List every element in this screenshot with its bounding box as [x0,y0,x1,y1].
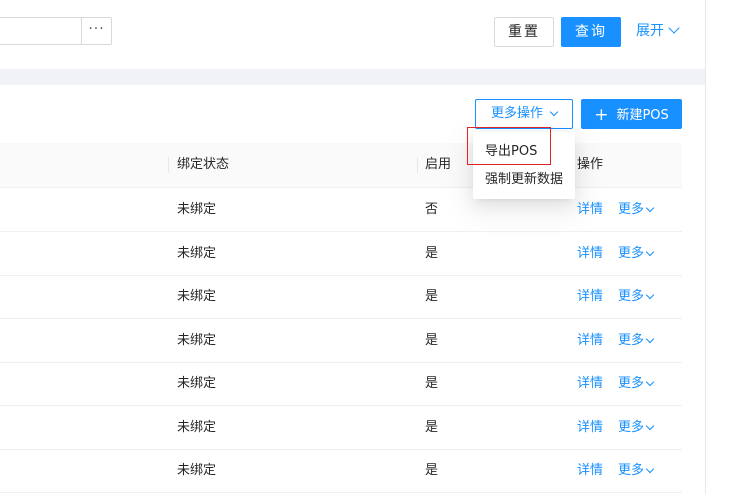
chevron-down-icon [645,247,655,256]
table-panel: 更多操作 + 新建POS 绑定状态 启用 操作 未绑定否详情 更多 未绑定是详情 更多未… [0,85,705,494]
more-label: 更多 [618,463,645,478]
detail-link[interactable]: 详情 [577,449,603,492]
detail-link[interactable]: 详情 [577,406,603,449]
more-link[interactable]: 更多 [618,362,655,405]
expand-label: 展开 [636,23,664,39]
bind-status-cell: 未绑定 [177,202,217,217]
enabled-cell: 是 [425,332,439,348]
table-row: 未绑定 是 详情 更多 [0,449,682,493]
detail-link[interactable]: 详情 [577,232,603,275]
enabled-cell: 是 [425,376,439,391]
more-link[interactable]: 更多 [618,188,655,231]
menu-item-force-update[interactable]: 强制更新数据 [485,170,563,190]
enabled-cell: 是 [425,245,439,261]
column-divider [417,157,418,173]
enabled-cell: 是 [425,289,439,304]
chevron-down-icon [645,290,655,300]
chevron-down-icon [645,421,655,430]
more-link[interactable]: 更多 [618,449,655,492]
more-actions-dropdown: 导出POS 强制更新数据 [473,132,575,199]
column-header-actions: 操作 [577,157,604,172]
more-link[interactable]: 更多 [618,275,655,318]
more-label: 更多 [618,202,645,217]
column-header-bind-status: 绑定状态 [177,157,230,172]
filter-input[interactable] [0,17,82,45]
enabled-cell: 是 [425,463,439,478]
chevron-down-icon [645,464,655,474]
table-row: 未绑定 是 详情 更多 [0,406,682,450]
more-label: 更多 [618,245,645,261]
menu-item-export-pos[interactable]: 导出POS [485,142,537,162]
bind-status-cell: 未绑定 [177,245,217,261]
bind-status-cell: 未绑定 [177,463,217,478]
ellipsis-button[interactable]: ··· [81,17,112,45]
detail-link[interactable]: 详情 [577,275,603,318]
more-label: 更多 [618,332,645,348]
table-row: 未绑定 否 详情 更多 [0,188,682,232]
more-actions-label: 更多操作 [490,106,543,121]
filter-panel: ··· 重置 查询 展开 [0,0,705,69]
more-label: 更多 [618,376,645,391]
column-header-enabled: 启用 [425,157,452,172]
plus-icon: + [594,105,609,125]
table-row: 未绑定 是 详情 更多 [0,362,682,406]
more-label: 更多 [618,289,645,304]
more-link[interactable]: 更多 [618,319,655,362]
more-actions-button[interactable]: 更多操作 [475,99,573,129]
chevron-down-icon [645,377,655,387]
column-divider [168,157,169,173]
detail-link[interactable]: 详情 [577,319,603,362]
expand-link[interactable]: 展开 [636,21,680,41]
bind-status-cell: 未绑定 [177,419,217,435]
more-label: 更多 [618,419,645,435]
table-row: 未绑定 是 详情 更多 [0,275,682,319]
detail-link[interactable]: 详情 [577,188,603,231]
chevron-down-icon [549,107,559,117]
chevron-down-icon [645,334,655,343]
table-row: 未绑定 是 详情 更多 [0,319,682,363]
query-button[interactable]: 查询 [561,17,621,47]
bind-status-cell: 未绑定 [177,332,217,348]
more-link[interactable]: 更多 [618,232,655,275]
more-link[interactable]: 更多 [618,406,655,449]
new-pos-label: 新建POS [616,108,669,123]
table-row: 未绑定 是 详情 更多 [0,232,682,276]
new-pos-button[interactable]: + 新建POS [581,99,682,129]
bind-status-cell: 未绑定 [177,289,217,304]
enabled-cell: 是 [425,419,439,435]
table-header: 绑定状态 启用 操作 [0,143,682,188]
detail-link[interactable]: 详情 [577,362,603,405]
reset-button[interactable]: 重置 [494,17,554,47]
bind-status-cell: 未绑定 [177,376,217,391]
chevron-down-icon [645,203,655,213]
chevron-down-icon [668,22,680,34]
scrollbar-track[interactable] [705,0,735,494]
enabled-cell: 否 [425,202,439,217]
